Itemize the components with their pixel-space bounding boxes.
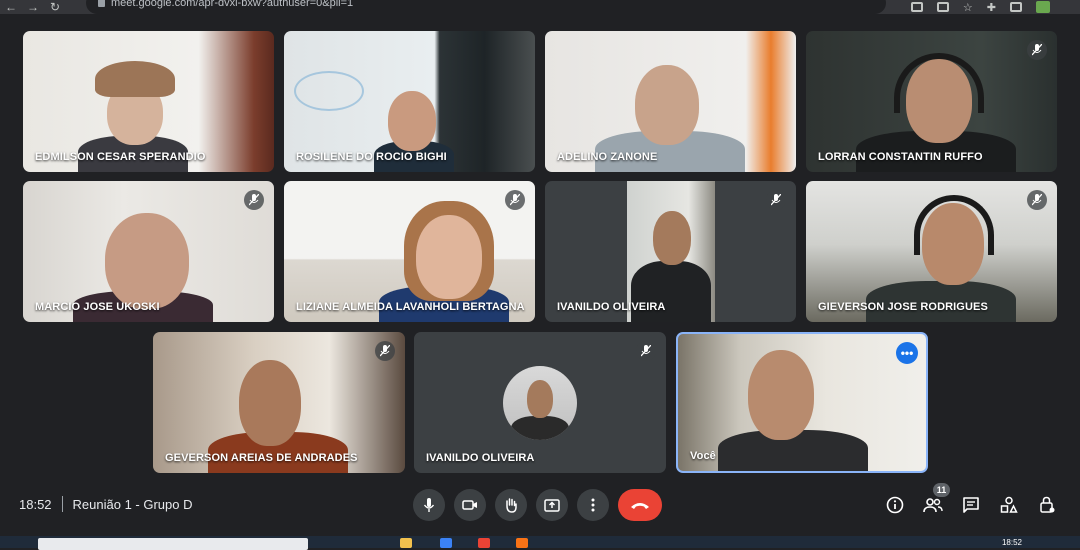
meeting-details-button[interactable] xyxy=(885,495,905,515)
raise-hand-button[interactable] xyxy=(495,489,527,521)
divider xyxy=(61,496,63,512)
info-icon xyxy=(886,496,904,514)
mic-off-icon xyxy=(505,190,525,210)
hand-icon xyxy=(506,498,517,513)
participant-tile[interactable]: EDMILSON CESAR SPERANDIO xyxy=(23,31,274,172)
people-icon xyxy=(923,498,943,513)
share-icon[interactable] xyxy=(936,2,949,12)
leave-call-button[interactable] xyxy=(618,489,662,521)
more-options-icon[interactable]: ••• xyxy=(896,342,918,364)
participant-name: IVANILDO OLIVEIRA xyxy=(557,301,666,313)
hat xyxy=(95,61,175,97)
participant-name: MARCIO JOSE UKOSKI xyxy=(35,301,160,313)
participant-name: GEVERSON AREIAS DE ANDRADES xyxy=(165,452,358,464)
participant-tile[interactable]: IVANILDO OLIVEIRA xyxy=(545,181,796,322)
camera-button[interactable] xyxy=(454,489,486,521)
taskbar-app-icon[interactable] xyxy=(440,538,452,548)
more-vert-icon xyxy=(591,498,595,512)
url-text: meet.google.com/apr-dvxi-bxw?authuser=0&… xyxy=(111,0,354,9)
meeting-time: 18:52 xyxy=(19,496,52,512)
participant-name: LIZIANE ALMEIDA LAVANHOLI BERTAGNA xyxy=(296,301,525,313)
participant-name: IVANILDO OLIVEIRA xyxy=(426,452,535,464)
mic-off-icon xyxy=(636,341,656,361)
self-tile[interactable]: ••• Você xyxy=(676,332,928,473)
browser-toolbar: ← → ↻ meet.google.com/apr-dvxi-bxw?authu… xyxy=(0,0,1080,14)
participant-tile[interactable]: ADELINO ZANONE xyxy=(545,31,796,172)
chat-button[interactable] xyxy=(961,495,981,515)
headphones xyxy=(894,53,984,113)
participant-tile[interactable]: LORRAN CONSTANTIN RUFFO xyxy=(806,31,1057,172)
participant-tile[interactable]: IVANILDO OLIVEIRA xyxy=(414,332,666,473)
host-controls-button[interactable] xyxy=(1037,495,1057,515)
mic-off-icon xyxy=(375,341,395,361)
participant-name: LORRAN CONSTANTIN RUFFO xyxy=(818,151,983,163)
meeting-title: Reunião 1 - Grupo D xyxy=(72,496,193,512)
taskbar-search[interactable] xyxy=(38,538,308,550)
people-button[interactable] xyxy=(923,495,943,515)
headphones xyxy=(914,195,994,255)
taskbar-app-icon[interactable] xyxy=(516,538,528,548)
participant-tile[interactable]: LIZIANE ALMEIDA LAVANHOLI BERTAGNA xyxy=(284,181,535,322)
back-arrow-icon[interactable]: ← xyxy=(0,0,22,14)
present-button[interactable] xyxy=(536,489,568,521)
os-taskbar: 18:52 xyxy=(0,536,1080,550)
star-icon[interactable]: ☆ xyxy=(963,1,973,14)
sidepanel-icon[interactable] xyxy=(1010,2,1022,12)
lock-icon xyxy=(98,0,105,7)
participant-name: ADELINO ZANONE xyxy=(557,151,658,163)
taskbar-app-icon[interactable] xyxy=(478,538,490,548)
taskbar-app-icon[interactable] xyxy=(400,538,412,548)
present-icon xyxy=(544,498,560,512)
mic-off-icon xyxy=(1027,190,1047,210)
meeting-info: 18:52 Reunião 1 - Grupo D xyxy=(19,496,193,512)
mic-off-icon xyxy=(1027,40,1047,60)
participant-name: ROSILENE DO ROCIO BIGHI xyxy=(296,151,447,163)
avatar xyxy=(503,366,577,440)
participant-tile[interactable]: GEVERSON AREIAS DE ANDRADES xyxy=(153,332,405,473)
camera-icon xyxy=(462,500,477,510)
participant-tile[interactable]: GIEVERSON JOSE RODRIGUES xyxy=(806,181,1057,322)
address-bar[interactable]: meet.google.com/apr-dvxi-bxw?authuser=0&… xyxy=(86,0,886,14)
participant-name: GIEVERSON JOSE RODRIGUES xyxy=(818,301,988,313)
mic-icon xyxy=(423,498,435,512)
forward-arrow-icon[interactable]: → xyxy=(22,0,44,14)
participant-tile[interactable]: MARCIO JOSE UKOSKI xyxy=(23,181,274,322)
hangup-icon xyxy=(631,502,649,509)
mic-off-icon xyxy=(244,190,264,210)
camera-icon[interactable] xyxy=(910,2,923,12)
participant-tile[interactable]: ROSILENE DO ROCIO BIGHI xyxy=(284,31,535,172)
mic-off-icon xyxy=(766,190,786,210)
wall-decoration xyxy=(294,71,364,111)
reload-icon[interactable]: ↻ xyxy=(44,0,66,14)
participant-name: EDMILSON CESAR SPERANDIO xyxy=(35,151,206,163)
activities-icon xyxy=(1000,496,1018,513)
participant-name: Você xyxy=(690,450,716,462)
more-options-button[interactable] xyxy=(577,489,609,521)
chat-icon xyxy=(963,497,979,513)
profile-avatar[interactable] xyxy=(1036,1,1050,13)
lock-person-icon xyxy=(1040,496,1055,513)
taskbar-clock: 18:52 xyxy=(1001,538,1022,547)
mic-button[interactable] xyxy=(413,489,445,521)
extensions-icon[interactable]: ✚ xyxy=(987,1,996,14)
activities-button[interactable] xyxy=(999,495,1019,515)
